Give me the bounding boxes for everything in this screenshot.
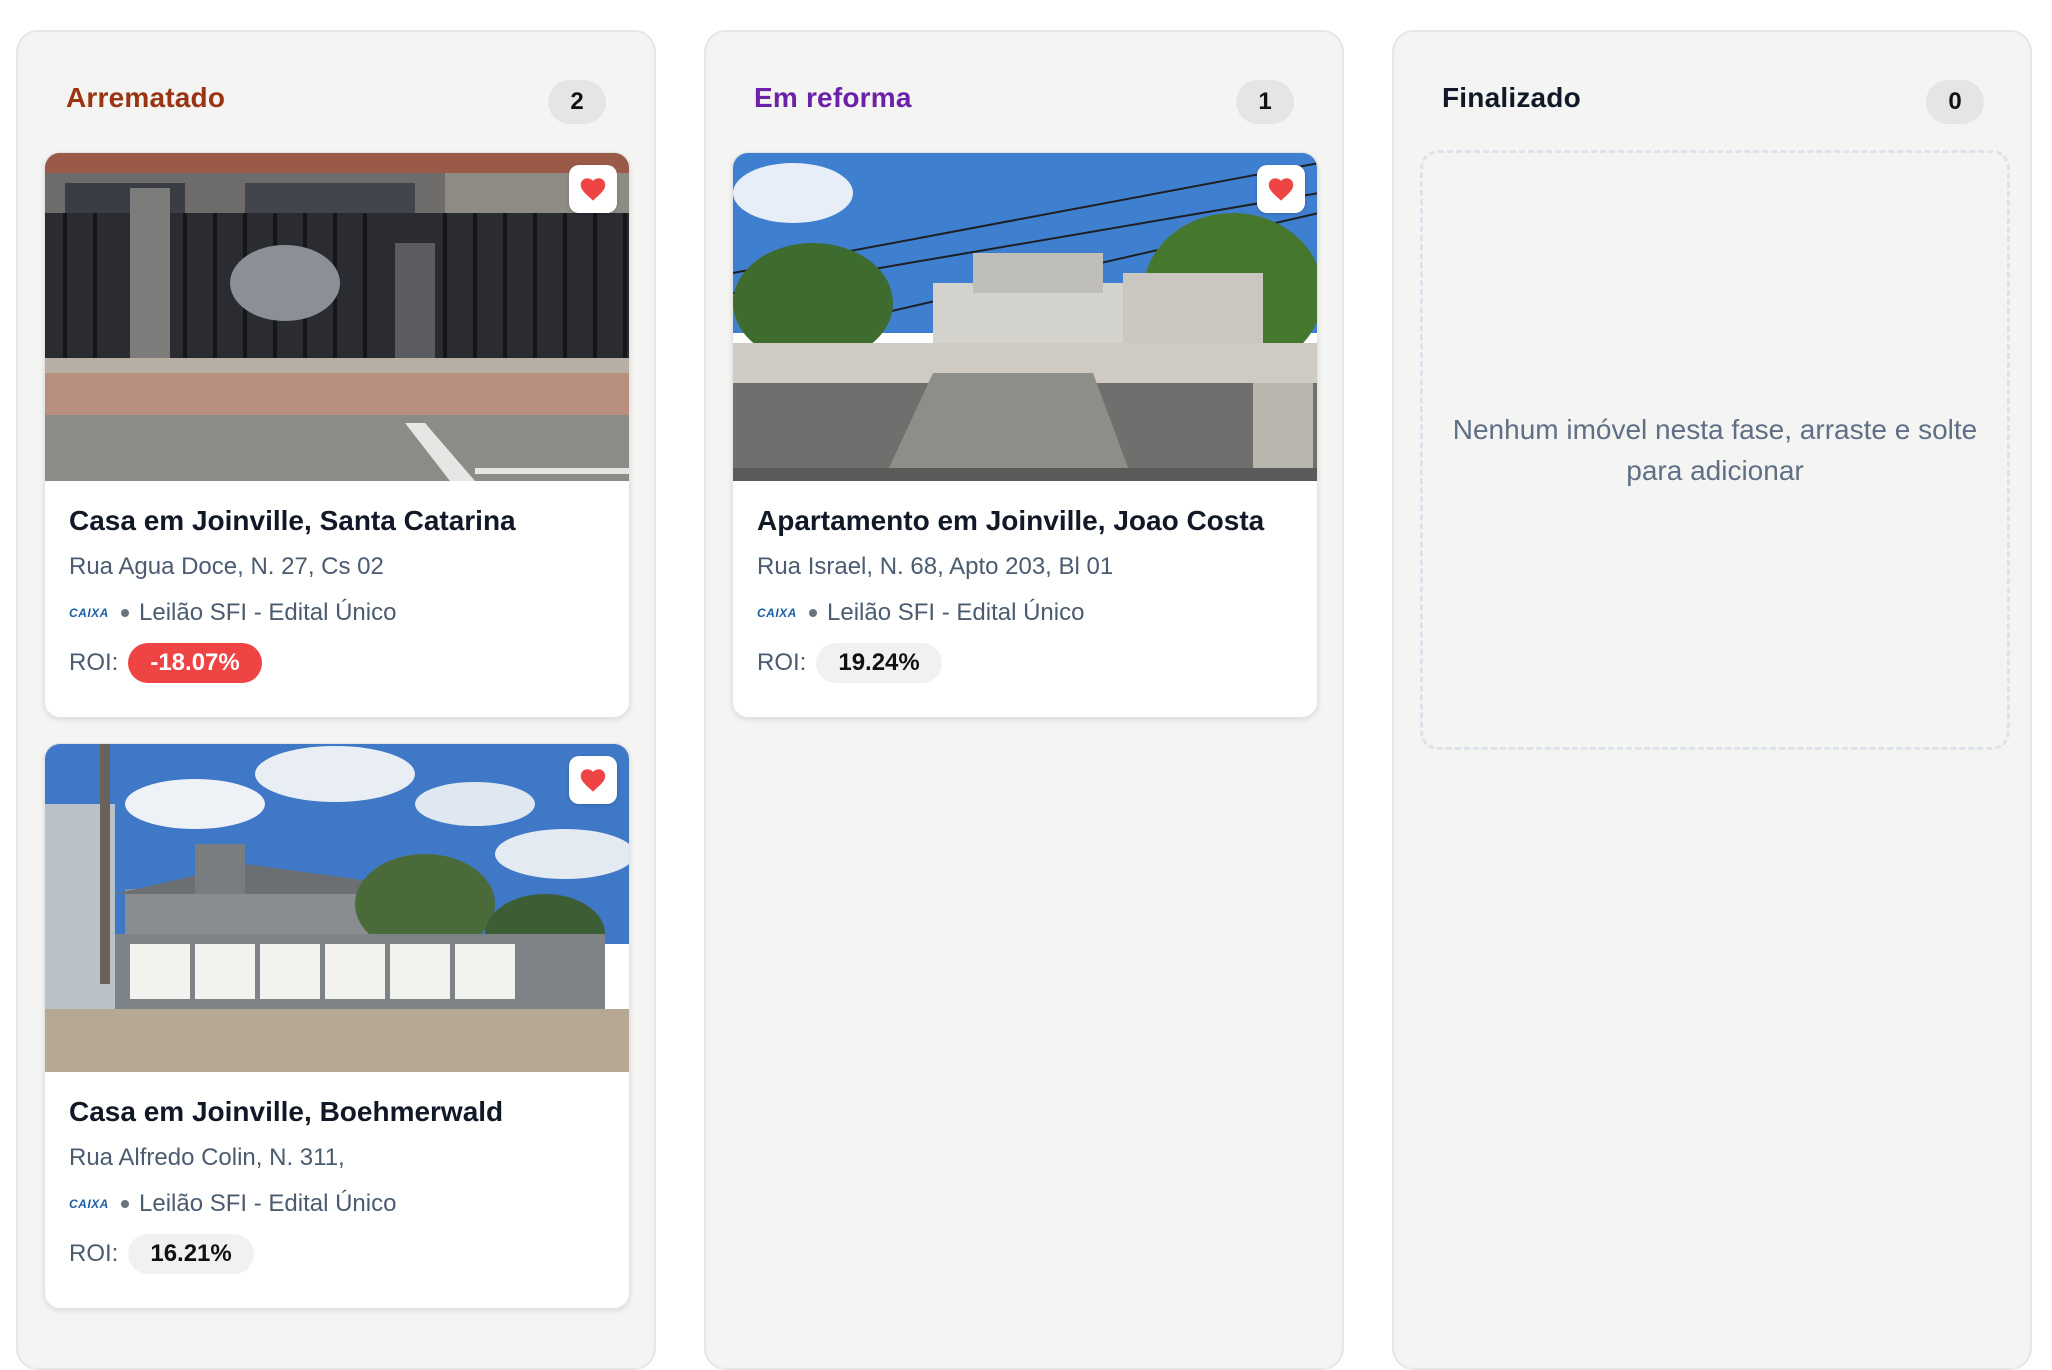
auction-info: CAIXA Leilão SFI - Edital Único [69,1188,605,1220]
separator-dot [121,609,129,617]
empty-drop-zone[interactable]: Nenhum imóvel nesta fase, arraste e solt… [1420,150,2010,750]
separator-dot [121,1200,129,1208]
caixa-logo: CAIXA [69,606,109,620]
roi-badge: 19.24% [816,643,942,683]
auction-label: Leilão SFI - Edital Único [139,1190,397,1217]
auction-info: CAIXA Leilão SFI - Edital Único [69,597,605,629]
heart-icon [580,769,606,792]
auction-label: Leilão SFI - Edital Único [139,599,397,626]
column-title: Finalizado [1442,82,1581,113]
property-card[interactable]: Casa em Joinville, Boehmerwald Rua Alfre… [44,743,630,1309]
separator-dot [809,609,817,617]
auction-label: Leilão SFI - Edital Único [827,599,1085,626]
property-card[interactable]: Casa em Joinville, Santa Catarina Rua Ag… [44,152,630,718]
column-title: Em reforma [754,82,912,113]
roi-badge: -18.07% [128,643,262,683]
property-photo [45,744,629,1072]
roi-badge: 16.21% [128,1234,254,1274]
auction-info: CAIXA Leilão SFI - Edital Único [757,597,1293,629]
roi-row: ROI: 16.21% [69,1234,605,1274]
favorite-button[interactable] [569,756,617,804]
column-count-badge: 2 [548,80,606,124]
caixa-logo: CAIXA [757,606,797,620]
property-address: Rua Alfredo Colin, N. 311, [69,1144,345,1171]
card-body: Casa em Joinville, Boehmerwald Rua Alfre… [69,1094,605,1274]
roi-row: ROI: 19.24% [757,643,1293,683]
property-photo [733,153,1317,481]
kanban-board: Arrematado 2 Casa em Joinville, Santa Ca… [0,0,2052,1370]
empty-state-message: Nenhum imóvel nesta fase, arraste e solt… [1452,414,1978,486]
column-title: Arrematado [66,82,226,113]
column-em-reforma: Em reforma 1 Apartamento em Joinville, J… [704,30,1344,1370]
roi-row: ROI: -18.07% [69,643,605,683]
card-body: Casa em Joinville, Santa Catarina Rua Ag… [69,503,605,683]
property-address: Rua Israel, N. 68, Apto 203, Bl 01 [757,553,1114,580]
favorite-button[interactable] [1257,165,1305,213]
property-title: Casa em Joinville, Boehmerwald [69,1096,504,1127]
property-card[interactable]: Apartamento em Joinville, Joao Costa Rua… [732,152,1318,718]
card-body: Apartamento em Joinville, Joao Costa Rua… [757,503,1293,683]
column-header: Em reforma 1 [706,32,1342,152]
column-header: Arrematado 2 [18,32,654,152]
favorite-button[interactable] [569,165,617,213]
roi-label: ROI: [69,649,119,676]
caixa-logo: CAIXA [69,1197,109,1211]
roi-label: ROI: [757,649,807,676]
column-count-badge: 0 [1926,80,1984,124]
column-arrematado: Arrematado 2 Casa em Joinville, Santa Ca… [16,30,656,1370]
property-title: Apartamento em Joinville, Joao Costa [757,505,1265,536]
column-header: Finalizado 0 [1394,32,2030,152]
heart-icon [1268,178,1294,201]
property-photo [45,153,629,481]
column-count-badge: 1 [1236,80,1294,124]
column-finalizado: Finalizado 0 Nenhum imóvel nesta fase, a… [1392,30,2032,1370]
property-title: Casa em Joinville, Santa Catarina [69,505,516,536]
property-address: Rua Agua Doce, N. 27, Cs 02 [69,553,384,580]
roi-label: ROI: [69,1240,119,1267]
heart-icon [580,178,606,201]
